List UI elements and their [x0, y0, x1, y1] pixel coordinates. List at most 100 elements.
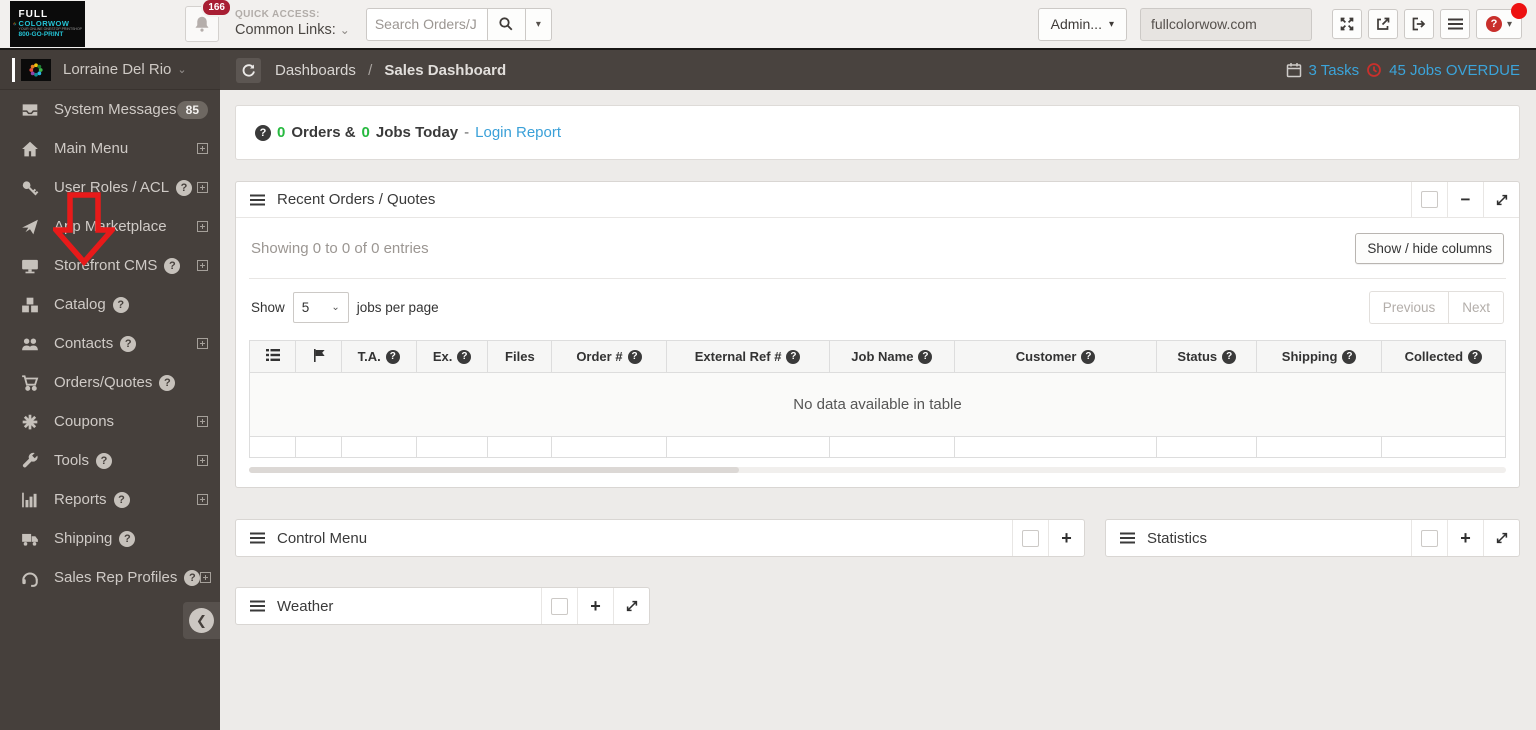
storefront-domain-field[interactable] — [1140, 7, 1312, 41]
search-button[interactable] — [487, 7, 526, 41]
messages-count-badge: 85 — [176, 100, 208, 119]
column-header-customer[interactable]: Customer — [954, 340, 1158, 373]
sidebar-item-contacts[interactable]: Contacts — [0, 324, 220, 363]
column-header-ex[interactable]: Ex. — [415, 340, 489, 373]
admin-menu-button[interactable]: Admin... ▾ — [1037, 7, 1127, 41]
wrench-icon — [20, 452, 40, 470]
hamburger-icon — [250, 600, 265, 612]
sidebar-item-sales-rep-profiles[interactable]: Sales Rep Profiles — [0, 558, 220, 597]
tasks-link[interactable]: 3 Tasks — [1309, 62, 1360, 79]
scrollbar-thumb[interactable] — [249, 467, 740, 473]
sidebar-item-catalog[interactable]: Catalog — [0, 285, 220, 324]
inbox-icon — [20, 101, 40, 119]
next-page-button[interactable]: Next — [1448, 291, 1504, 324]
sidebar-item-shipping[interactable]: Shipping — [0, 519, 220, 558]
sidebar-item-tools[interactable]: Tools — [0, 441, 220, 480]
expand-plus-icon[interactable] — [197, 221, 208, 232]
panel-expand-button[interactable]: + — [1048, 520, 1084, 556]
user-menu[interactable]: Lorraine Del Rio ⌄ — [0, 50, 220, 90]
breadcrumb: Dashboards / Sales Dashboard — [275, 61, 507, 79]
help-menu-button[interactable]: ▾ — [1476, 3, 1527, 39]
expand-plus-icon[interactable] — [200, 572, 212, 583]
checkbox-icon — [1421, 191, 1438, 208]
panel-title: Control Menu — [277, 529, 368, 547]
panel-select-checkbox[interactable] — [1411, 181, 1447, 218]
panel-drag-handle[interactable]: Control Menu — [236, 530, 1012, 547]
column-header-status[interactable]: Status — [1156, 340, 1258, 373]
panel-select-checkbox[interactable] — [1012, 520, 1048, 556]
checkbox-icon — [1421, 529, 1438, 547]
panel-collapse-button[interactable]: − — [1447, 181, 1483, 218]
column-header-list[interactable] — [248, 340, 297, 373]
panel-fullscreen-button[interactable] — [1483, 520, 1519, 556]
overdue-clock-icon — [1366, 62, 1382, 78]
sidebar-item-system-messages[interactable]: System Messages 85 — [0, 90, 220, 129]
sidebar-item-label: Sales Rep Profiles — [54, 569, 178, 586]
column-header-flag[interactable] — [295, 340, 342, 373]
breadcrumb-section[interactable]: Dashboards — [275, 62, 356, 79]
help-icon — [120, 335, 137, 352]
column-header-shipping[interactable]: Shipping — [1256, 340, 1382, 373]
logo-dots-icon — [13, 22, 17, 26]
column-header-job-name[interactable]: Job Name — [828, 340, 956, 373]
panel-select-checkbox[interactable] — [1411, 520, 1447, 556]
expand-plus-icon[interactable] — [197, 338, 208, 349]
company-logo[interactable]: FULL COLORWOW YOUR ONLINE ONESTOP PRINTS… — [10, 1, 85, 47]
notifications-button[interactable]: 166 — [185, 0, 232, 42]
column-header-collected[interactable]: Collected — [1380, 340, 1507, 373]
expand-plus-icon[interactable] — [197, 494, 208, 505]
logout-button[interactable] — [1404, 9, 1434, 39]
login-report-link[interactable]: Login Report — [475, 124, 561, 141]
empty-state-row: No data available in table — [249, 372, 1506, 437]
key-icon — [20, 179, 40, 197]
expand-plus-icon[interactable] — [197, 182, 208, 193]
expand-plus-icon[interactable] — [197, 260, 208, 271]
help-icon — [786, 349, 801, 364]
search-input[interactable] — [365, 7, 488, 41]
search-options-dropdown[interactable]: ▾ — [525, 7, 552, 41]
menu-button[interactable] — [1440, 9, 1470, 39]
common-links-dropdown[interactable]: Common Links: ⌄ — [235, 21, 350, 39]
sidebar-item-main-menu[interactable]: Main Menu — [0, 129, 220, 168]
panel-drag-handle[interactable]: Recent Orders / Quotes — [236, 191, 1411, 208]
panel-drag-handle[interactable]: Weather — [236, 598, 541, 615]
expand-plus-icon[interactable] — [197, 455, 208, 466]
expand-plus-icon[interactable] — [197, 143, 208, 154]
column-header-external-ref[interactable]: External Ref # — [665, 340, 830, 373]
column-header-ta[interactable]: T.A. — [340, 340, 417, 373]
show-hide-columns-button[interactable]: Show / hide columns — [1355, 233, 1504, 264]
column-header-files[interactable]: Files — [487, 340, 553, 373]
page-size-select[interactable]: 5 ⌄ — [292, 292, 349, 323]
panel-expand-button[interactable] — [1483, 181, 1519, 218]
open-storefront-button[interactable] — [1368, 9, 1398, 39]
plus-icon: + — [1061, 527, 1072, 548]
jobs-count: 0 — [361, 124, 370, 141]
panel-expand-button[interactable]: + — [1447, 520, 1483, 556]
no-data-message: No data available in table — [249, 372, 1506, 437]
sidebar-item-coupons[interactable]: Coupons — [0, 402, 220, 441]
expand-plus-icon[interactable] — [197, 416, 208, 427]
refresh-button[interactable] — [236, 57, 261, 83]
hamburger-icon — [250, 532, 265, 544]
search-icon — [499, 17, 513, 31]
sidebar-item-label: User Roles / ACL — [54, 179, 170, 196]
sidebar-item-storefront-cms[interactable]: Storefront CMS — [0, 246, 220, 285]
previous-page-button[interactable]: Previous — [1368, 291, 1449, 324]
sidebar-item-orders-quotes[interactable]: Orders/Quotes — [0, 363, 220, 402]
panel-expand-button[interactable]: + — [577, 588, 613, 624]
sidebar-item-reports[interactable]: Reports — [0, 480, 220, 519]
sidebar-item-app-marketplace[interactable]: App Marketplace — [0, 207, 220, 246]
column-header-order[interactable]: Order # — [551, 340, 667, 373]
chevron-down-icon: ⌄ — [331, 302, 340, 313]
breadcrumb-current: Sales Dashboard — [384, 61, 507, 79]
sidebar-item-label: Tools — [54, 452, 90, 469]
panel-fullscreen-button[interactable] — [613, 588, 649, 624]
sidebar-item-user-roles-acl[interactable]: User Roles / ACL — [0, 168, 220, 207]
panel-drag-handle[interactable]: Statistics — [1106, 530, 1411, 547]
sidebar-collapse-button[interactable]: ❮ — [183, 602, 220, 639]
jobs-overdue-link[interactable]: 45 Jobs OVERDUE — [1389, 62, 1520, 79]
panel-select-checkbox[interactable] — [541, 588, 577, 624]
external-link-icon — [1377, 17, 1390, 30]
horizontal-scrollbar[interactable] — [249, 467, 1506, 473]
fullscreen-button[interactable] — [1332, 9, 1362, 39]
